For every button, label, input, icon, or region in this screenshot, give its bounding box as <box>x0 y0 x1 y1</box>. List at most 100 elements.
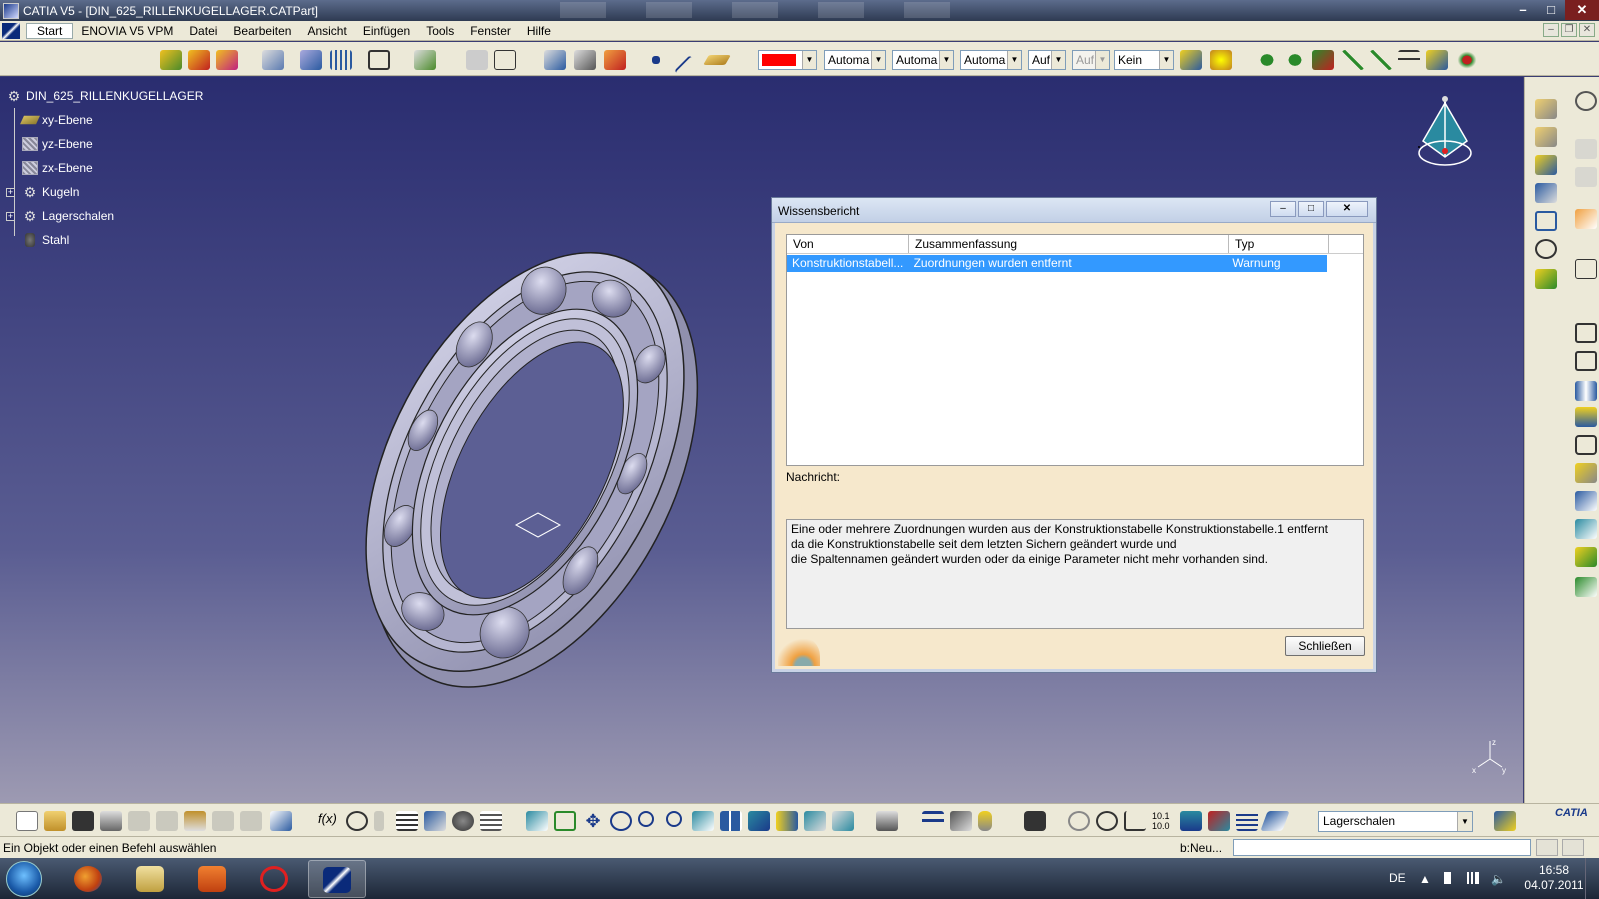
axis-tool-icon[interactable] <box>1342 50 1364 70</box>
render-style-combo[interactable]: Kein ▼ <box>1114 50 1174 70</box>
table-row[interactable]: Konstruktionstabell... Zuordnungen wurde… <box>787 255 1327 272</box>
column-header-typ[interactable]: Typ <box>1229 235 1329 253</box>
pan-view-icon[interactable]: ✥ <box>582 811 604 831</box>
taskbar-media-player[interactable] <box>184 860 242 898</box>
shading-icon[interactable] <box>776 811 798 831</box>
law-icon[interactable] <box>424 811 446 831</box>
dialog-close-x-button[interactable]: ✕ <box>1326 201 1368 217</box>
expand-icon[interactable]: + <box>6 187 15 197</box>
paste-icon[interactable] <box>184 811 206 831</box>
sketch-icon[interactable] <box>262 50 284 70</box>
column-header-zusammenfassung[interactable]: Zusammenfassung <box>909 235 1229 253</box>
swap-visible-icon[interactable] <box>832 811 854 831</box>
distribute-icon[interactable] <box>1398 50 1420 70</box>
sew-surface-icon[interactable] <box>1575 547 1597 567</box>
dialog-title-bar[interactable]: Wissensbericht – □ ✕ <box>772 198 1376 223</box>
revolve-icon[interactable] <box>1535 127 1557 147</box>
lineweight-combo[interactable]: Automa ▼ <box>960 50 1022 70</box>
snap-icon[interactable] <box>1312 50 1334 70</box>
select-arrow-icon[interactable] <box>1575 209 1597 229</box>
rotate-view-icon[interactable] <box>610 811 632 831</box>
zoom-in-icon[interactable] <box>638 811 654 827</box>
boolean-operation-icon[interactable] <box>1208 811 1230 831</box>
pad-feature-icon[interactable] <box>1535 99 1557 119</box>
tree-root[interactable]: ⚙ DIN_625_RILLENKUGELLAGER <box>4 84 204 108</box>
tree-item-kugeln[interactable]: + ⚙ Kugeln <box>4 180 203 204</box>
sketcher-icon[interactable] <box>1575 259 1597 279</box>
fit-all-icon[interactable] <box>368 50 390 70</box>
expand-icon[interactable]: + <box>6 211 15 221</box>
pattern-icon[interactable] <box>1575 407 1597 427</box>
thickness-icon[interactable] <box>1575 351 1597 371</box>
measure-inertia-icon[interactable] <box>978 811 992 831</box>
translate-icon[interactable] <box>1370 50 1392 70</box>
geometrical-set-icon[interactable] <box>1260 811 1290 831</box>
fit-all-in-icon[interactable] <box>554 811 576 831</box>
clock[interactable]: 16:58 04.07.2011 <box>1519 863 1589 893</box>
settings-gear-icon[interactable] <box>1575 91 1597 111</box>
battery-icon[interactable] <box>1444 872 1451 884</box>
fly-mode-icon[interactable] <box>526 811 548 831</box>
tree-item-xy-plane[interactable]: xy-Ebene <box>4 108 203 132</box>
fillet-icon[interactable] <box>1535 211 1557 231</box>
print-icon[interactable] <box>100 811 122 831</box>
doc-restore-button[interactable]: ❐ <box>1561 23 1577 37</box>
iso-view-icon[interactable] <box>748 811 770 831</box>
catalog-icon[interactable] <box>452 811 474 831</box>
dialog-maximize-button[interactable]: □ <box>1298 201 1324 217</box>
menu-tools[interactable]: Tools <box>418 24 462 38</box>
workbench-switch-icon[interactable] <box>1494 811 1516 831</box>
shaft-icon[interactable] <box>216 50 238 70</box>
tray-expand-icon[interactable]: ▲ <box>1419 872 1431 886</box>
hide-show-icon[interactable] <box>414 50 436 70</box>
properties-icon[interactable] <box>1210 50 1232 70</box>
taskbar-firefox[interactable] <box>60 860 118 898</box>
menu-datei[interactable]: Datei <box>181 24 225 38</box>
whats-this-icon[interactable] <box>270 811 292 831</box>
close-dialog-button[interactable]: Schließen <box>1285 636 1365 656</box>
doc-minimize-button[interactable]: – <box>1543 23 1559 37</box>
pad-icon[interactable] <box>160 50 182 70</box>
compass-icon[interactable] <box>1415 95 1475 175</box>
network-icon[interactable] <box>1467 872 1479 884</box>
list-icon[interactable] <box>480 811 502 831</box>
taskbar-catia[interactable] <box>308 860 366 898</box>
open-file-icon[interactable] <box>44 811 66 831</box>
windows-start-icon[interactable] <box>6 861 42 897</box>
chamfer-icon[interactable] <box>1535 239 1557 259</box>
mirror-icon[interactable] <box>1575 381 1597 401</box>
comment-icon[interactable] <box>346 811 368 831</box>
status-button-1[interactable] <box>1536 839 1558 856</box>
tree-item-zx-plane[interactable]: zx-Ebene <box>4 156 203 180</box>
new-file-icon[interactable] <box>16 811 38 831</box>
message-text-area[interactable]: Eine oder mehrere Zuordnungen wurden aus… <box>786 519 1364 629</box>
menu-fenster[interactable]: Fenster <box>462 24 519 38</box>
pocket-icon[interactable] <box>188 50 210 70</box>
formula-icon[interactable]: f(x) <box>318 811 340 831</box>
status-button-2[interactable] <box>1562 839 1584 856</box>
catia-logo[interactable]: CATIA <box>1555 807 1588 819</box>
apply-material-icon[interactable] <box>604 50 626 70</box>
scale-icon[interactable] <box>1426 50 1448 70</box>
multi-view-icon[interactable] <box>720 811 742 831</box>
minimize-button[interactable]: – <box>1509 0 1537 20</box>
refresh-icon[interactable] <box>1068 811 1090 831</box>
text-icon[interactable] <box>544 50 566 70</box>
menu-hilfe[interactable]: Hilfe <box>519 24 559 38</box>
plane-tool-icon[interactable] <box>703 55 731 65</box>
grid-icon[interactable] <box>330 50 352 70</box>
color-combo[interactable]: ▼ <box>758 50 817 70</box>
taskbar-explorer[interactable] <box>122 860 180 898</box>
transparency-combo[interactable]: Automa ▼ <box>824 50 886 70</box>
doc-close-button[interactable]: ✕ <box>1579 23 1595 37</box>
tree-item-yz-plane[interactable]: yz-Ebene <box>4 132 203 156</box>
taskbar-app-red[interactable] <box>246 860 304 898</box>
rotate-icon[interactable] <box>1284 50 1306 70</box>
normal-view-icon[interactable] <box>692 811 714 831</box>
column-header-von[interactable]: Von <box>787 235 909 253</box>
show-desktop-button[interactable] <box>1585 858 1599 899</box>
tolerance-icon[interactable]: 10.1 10.0 <box>1152 811 1174 831</box>
measure-item-icon[interactable] <box>950 811 972 831</box>
remove-face-icon[interactable] <box>1575 577 1597 597</box>
power-input-field[interactable] <box>1233 839 1531 856</box>
